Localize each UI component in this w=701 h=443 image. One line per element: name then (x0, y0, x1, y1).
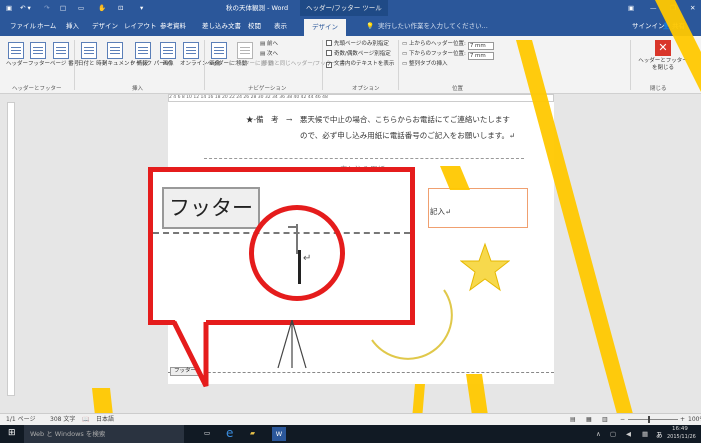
task-view-icon[interactable]: ▭ (204, 429, 210, 437)
ime-mode-icon[interactable]: ▦ (642, 430, 648, 438)
zoom-thumb[interactable] (648, 416, 650, 423)
word-count[interactable]: 308 文字 (50, 414, 75, 425)
language[interactable]: 日本語 (96, 414, 114, 425)
edge-icon[interactable]: e (226, 426, 233, 440)
ime-indicator[interactable]: あ (656, 429, 663, 439)
yellow-annotation-overlay (92, 0, 701, 443)
zoom-slider[interactable] (628, 419, 678, 420)
web-layout-icon[interactable]: ▥ (602, 414, 608, 425)
clock-time[interactable]: 16:49 (672, 426, 688, 432)
windows-start-icon[interactable]: ⊞ (8, 428, 16, 438)
proofing-icon[interactable]: 📖 (82, 414, 89, 425)
taskbar-search[interactable]: Web と Windows を検索 (24, 425, 184, 443)
clock-date[interactable]: 2015/11/26 (667, 434, 696, 440)
taskbar: ⊞ Web と Windows を検索 ▭ e ▰ W ∧ ▢ ◀ ▦ あ 16… (0, 425, 701, 443)
read-mode-icon[interactable]: ▤ (570, 414, 576, 425)
print-layout-icon[interactable]: ▦ (586, 414, 592, 425)
volume-icon[interactable]: ◀ (626, 430, 631, 438)
word-taskbar-icon[interactable]: W (272, 427, 286, 441)
status-bar: 1/1 ページ 308 文字 📖 日本語 ▤ ▦ ▥ − + 100% (0, 413, 701, 425)
zoom-out-button[interactable]: − (620, 414, 625, 425)
network-icon[interactable]: ▢ (610, 430, 616, 438)
tray-up-icon[interactable]: ∧ (596, 430, 601, 438)
zoom-in-button[interactable]: + (680, 414, 685, 425)
explorer-icon[interactable]: ▰ (250, 429, 255, 437)
page-count[interactable]: 1/1 ページ (6, 414, 35, 425)
zoom-level[interactable]: 100% (688, 414, 701, 425)
